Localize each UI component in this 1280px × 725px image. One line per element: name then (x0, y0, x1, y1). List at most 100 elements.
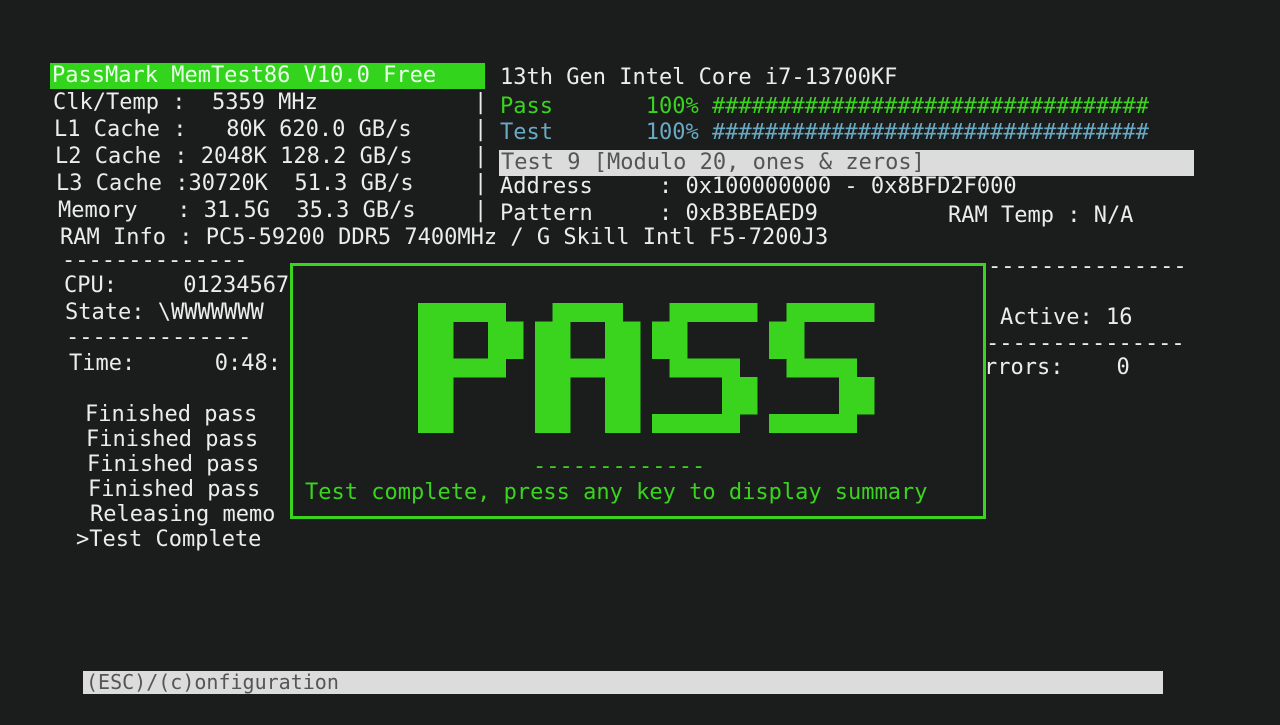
pixel-block (552, 414, 571, 433)
pixel-block (669, 321, 688, 341)
address-row: Address : 0x100000000 - 0x8BFD2F000 (500, 174, 1017, 199)
config-hint-bar[interactable]: (ESC)/(c)onfiguration (83, 671, 1163, 694)
pixel-block (418, 303, 436, 322)
pixel-block (453, 303, 471, 322)
pixel-block (804, 414, 822, 433)
separator: -------------- (66, 325, 252, 350)
log-line: Finished pass (88, 477, 261, 502)
pixel-block (435, 358, 454, 378)
pixel-block (669, 340, 688, 359)
pixel-block (856, 303, 875, 322)
pixel-block (605, 414, 623, 433)
pixel-block (622, 358, 641, 378)
log-line: >Test Complete (76, 527, 262, 552)
pixel-block (687, 303, 705, 322)
pixel-block (786, 358, 805, 378)
info-row-l3: L3 Cache :30720K 51.3 GB/s (56, 171, 414, 196)
pixel-block (839, 414, 857, 433)
pixel-block (622, 395, 641, 415)
pixel-block (856, 377, 875, 396)
pixel-block (739, 303, 758, 322)
separator: -------------- (62, 248, 248, 273)
pixel-block (488, 340, 506, 359)
pixel-block (804, 358, 822, 378)
info-row-memory: Memory : 31.5G 35.3 GB/s (58, 198, 416, 223)
log-line: Finished pass (87, 452, 260, 477)
pixel-block (453, 358, 471, 378)
log-line: Finished pass (86, 427, 259, 452)
pixel-block (488, 358, 506, 378)
time-row: Time: 0:48: (69, 351, 281, 376)
test-progress: Test 100% ##############################… (500, 120, 1150, 145)
divider: | (474, 117, 488, 142)
separator: --------------- (988, 254, 1187, 279)
pixel-block (418, 377, 436, 396)
pixel-block (435, 414, 454, 433)
pixel-block (856, 395, 875, 415)
pixel-block (587, 303, 606, 322)
pixel-block (535, 321, 553, 341)
app-title-bar: PassMark MemTest86 V10.0 Free (50, 63, 485, 89)
pixel-block (570, 358, 588, 378)
pixel-block (605, 377, 623, 396)
pixel-block (722, 395, 740, 415)
pass-progress-bar: ################################# (711, 94, 1150, 119)
info-row-l1: L1 Cache : 80K 620.0 GB/s (54, 117, 412, 142)
pixel-block (535, 358, 553, 378)
pixel-block (652, 340, 670, 359)
pixel-block (821, 414, 840, 433)
pixel-block (605, 395, 623, 415)
pixel-block (669, 414, 688, 433)
log-line: Finished pass (85, 402, 258, 427)
pixel-block (786, 303, 805, 322)
pixel-block (786, 321, 805, 341)
cpu-row: CPU: 01234567 (64, 273, 290, 298)
pixel-block (739, 377, 758, 396)
errors-row: rrors: 0 (984, 355, 1130, 380)
pixel-block (722, 358, 740, 378)
pixel-block (669, 358, 688, 378)
pixel-block (505, 321, 524, 341)
cpu-name: 13th Gen Intel Core i7-13700KF (500, 65, 898, 90)
test-progress-bar: ################################# (711, 120, 1150, 145)
pixel-block (535, 414, 553, 433)
pixel-block (687, 414, 705, 433)
pass-letter-s (652, 303, 758, 433)
pixel-block (704, 303, 723, 322)
pixel-block (418, 321, 436, 341)
pixel-block (622, 340, 641, 359)
log-line: Releasing memo (90, 502, 276, 527)
pixel-block (839, 377, 857, 396)
pixel-block (722, 377, 740, 396)
pixel-block (552, 303, 571, 322)
pass-letter-p (418, 303, 524, 433)
divider: | (474, 198, 488, 223)
pixel-block (669, 303, 688, 322)
pattern-row: Pattern : 0xB3BEAED9 (500, 201, 818, 226)
pixel-block (839, 303, 857, 322)
pixel-block (622, 377, 641, 396)
pixel-block (622, 321, 641, 341)
pixel-block (786, 414, 805, 433)
pixel-block (470, 358, 489, 378)
pixel-block (839, 358, 857, 378)
pixel-block (418, 340, 436, 359)
pixel-block (418, 358, 436, 378)
pixel-block (488, 321, 506, 341)
current-test: Test 9 [Modulo 20, ones & zeros] (499, 150, 1194, 176)
pixel-block (435, 395, 454, 415)
result-dialog: ------------- Test complete, press any k… (290, 263, 986, 519)
pixel-block (605, 340, 623, 359)
pixel-block (652, 321, 670, 341)
pixel-block (605, 321, 623, 341)
pixel-block (552, 395, 571, 415)
pixel-block (535, 340, 553, 359)
ram-temp: RAM Temp : N/A (948, 203, 1134, 228)
separator: ------------- (533, 454, 706, 479)
pixel-block (687, 358, 705, 378)
pixel-block (652, 414, 670, 433)
pixel-block (605, 303, 623, 322)
info-row-l2: L2 Cache : 2048K 128.2 GB/s (55, 144, 413, 169)
pixel-block (552, 321, 571, 341)
pixel-block (769, 321, 787, 341)
